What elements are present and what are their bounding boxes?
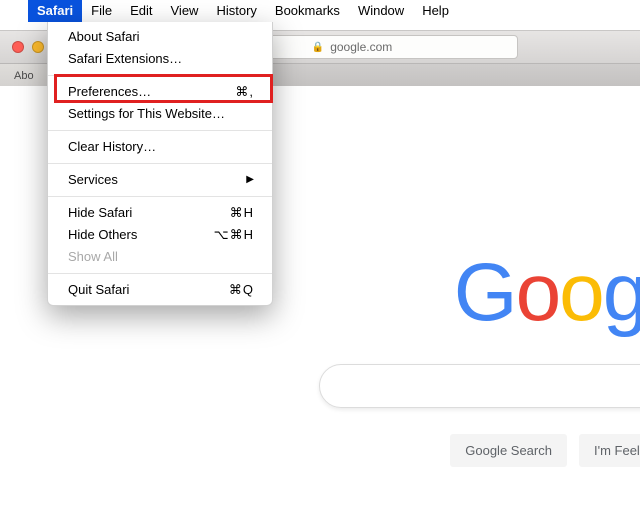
google-logo-letter: o [559,246,603,340]
menu-settings-for-this-website[interactable]: Settings for This Website… [48,103,272,125]
menu-item-label: Quit Safari [68,281,129,299]
menu-item-label: Clear History… [68,138,156,156]
menubar-item-file[interactable]: File [82,0,121,22]
safari-menu-dropdown: About Safari Safari Extensions… Preferen… [47,22,273,306]
google-logo-letter: o [516,246,560,340]
menubar-item-view[interactable]: View [162,0,208,22]
menubar: Safari File Edit View History Bookmarks … [0,0,640,22]
menubar-item-edit[interactable]: Edit [121,0,161,22]
menu-item-label: Safari Extensions… [68,50,182,68]
menu-clear-history[interactable]: Clear History… [48,136,272,158]
menubar-item-help[interactable]: Help [413,0,458,22]
menu-hide-safari[interactable]: Hide Safari ⌘H [48,202,272,224]
menu-separator [48,130,272,131]
menu-item-shortcut: ⌘Q [229,281,254,299]
menu-preferences[interactable]: Preferences… ⌘, [48,81,272,103]
lock-icon: 🔒 [312,42,324,53]
close-window-button[interactable] [12,41,24,53]
google-home: Google Google Search I'm Feeling Lucky [280,246,640,467]
menu-item-label: Hide Safari [68,204,132,222]
menubar-item-safari[interactable]: Safari [28,0,82,22]
im-feeling-lucky-button[interactable]: I'm Feeling Lucky [579,434,640,467]
menu-services[interactable]: Services ▶ [48,169,272,191]
menu-item-shortcut: ⌥⌘H [214,226,254,244]
menu-separator [48,163,272,164]
submenu-arrow-icon: ▶ [246,171,254,189]
tab-about[interactable]: Abo [0,64,49,88]
menubar-item-window[interactable]: Window [349,0,413,22]
menu-item-label: Settings for This Website… [68,105,225,123]
google-search-button[interactable]: Google Search [450,434,567,467]
menu-separator [48,75,272,76]
menu-item-shortcut: ⌘H [230,204,254,222]
google-logo-letter: G [454,246,516,340]
google-logo-letter: g [603,246,640,340]
menu-item-label: Preferences… [68,83,151,101]
menubar-item-history[interactable]: History [207,0,265,22]
menu-about-safari[interactable]: About Safari [48,26,272,48]
menu-separator [48,273,272,274]
menu-item-label: Hide Others [68,226,137,244]
google-logo: Google [280,246,640,340]
menu-separator [48,196,272,197]
menu-hide-others[interactable]: Hide Others ⌥⌘H [48,224,272,246]
menu-item-label: Services [68,171,118,189]
menu-item-label: Show All [68,248,118,266]
menu-item-shortcut: ⌘, [235,83,254,101]
menu-safari-extensions[interactable]: Safari Extensions… [48,48,272,70]
google-buttons: Google Search I'm Feeling Lucky [280,434,640,467]
menu-show-all: Show All [48,246,272,268]
address-text: google.com [330,40,392,54]
search-input[interactable] [319,364,640,408]
minimize-window-button[interactable] [32,41,44,53]
menubar-item-bookmarks[interactable]: Bookmarks [266,0,349,22]
menu-item-label: About Safari [68,28,140,46]
menu-quit-safari[interactable]: Quit Safari ⌘Q [48,279,272,301]
